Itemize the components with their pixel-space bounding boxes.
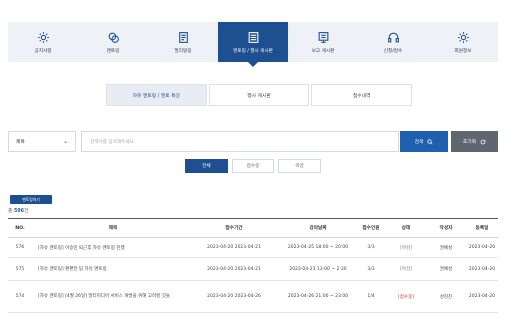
- cell-period: 2023-04-20 2023-04-26: [207, 294, 261, 299]
- tab-event-board[interactable]: 행사 게시판: [208, 84, 310, 106]
- table-row[interactable]: 576 [자유 멘토링] 이승민 퇴근후 자유 멘토링 진행 2023-04-2…: [8, 238, 498, 258]
- cell-reg-date: 2023-04-20: [468, 245, 496, 250]
- header-period: 접수기간: [225, 226, 243, 231]
- gear-icon: [457, 31, 469, 43]
- cell-title[interactable]: [자유 멘토링] 이승민 퇴근후 자유 멘토링 진행: [32, 245, 188, 251]
- cell-author: 권예성: [439, 245, 453, 251]
- search-field-value: 제목: [16, 140, 25, 145]
- chat-icon: [108, 32, 119, 43]
- tab-application-history[interactable]: 접수내역: [311, 84, 413, 106]
- gear-icon: [37, 31, 49, 43]
- cell-period: 2023-04-20 2023-04-21: [207, 266, 261, 272]
- cell-count: 1/4: [367, 294, 375, 299]
- header-author: 작성자: [439, 226, 453, 231]
- cell-date: 2023-04-26 21:00 ~ 23:00: [287, 294, 349, 299]
- filter-all[interactable]: 전체: [185, 159, 228, 173]
- open-mentoring-button[interactable]: 멘토링하기: [10, 195, 52, 204]
- total-number: 596: [13, 209, 24, 214]
- nav-item-member-info[interactable]: 회원정보: [428, 22, 498, 62]
- total-suffix: 건: [23, 209, 29, 214]
- nav-item-label: 필리밍링: [174, 48, 192, 54]
- chevron-down-icon: ⌄: [62, 138, 68, 145]
- cell-reg-date: 2023-04-20: [468, 266, 496, 272]
- search-bar: 제목 ⌄ 검색어를 입력해주세요. 검색 초기화: [8, 131, 498, 152]
- nav-item-label: 회원정보: [454, 48, 472, 54]
- search-button[interactable]: 검색: [400, 131, 448, 152]
- document-icon: [178, 31, 188, 43]
- nav-item-notice[interactable]: 공지사항: [8, 22, 78, 62]
- cell-period: 2023-04-20 2023-04-21: [207, 245, 261, 250]
- cell-status: [마감]: [400, 245, 412, 251]
- cell-no: 576: [15, 245, 25, 250]
- header-no: NO.: [15, 225, 25, 231]
- category-nav: 공지사항 멘토링 필리밍링 멘토링 / 행사 게시판 보고 게시판 신청/접수 …: [8, 22, 498, 67]
- search-field-select[interactable]: 제목 ⌄: [8, 131, 76, 152]
- cell-count: 3/3: [367, 245, 375, 250]
- nav-item-label: 멘토링 / 행사 게시판: [233, 48, 273, 54]
- cell-reg-date: 2023-04-20: [468, 294, 496, 299]
- reset-button[interactable]: 초기화: [451, 131, 498, 152]
- cell-count: 3/3: [367, 266, 375, 272]
- cell-status: [접수중]: [398, 294, 414, 300]
- status-filter: 전체 접수중 마감: [185, 159, 322, 173]
- nav-item-report-board[interactable]: 보고 게시판: [288, 22, 358, 62]
- header-status: 상태: [401, 226, 411, 231]
- refresh-icon: [480, 139, 486, 144]
- nav-item-label: 보고 게시판: [311, 48, 335, 54]
- search-input[interactable]: 검색어를 입력해주세요.: [81, 131, 399, 152]
- nav-item-label: 멘토링: [106, 48, 120, 54]
- total-prefix: 총: [8, 209, 13, 214]
- cell-no: 575: [15, 266, 25, 272]
- sub-tabs: 자유 멘토링 / 멘토 특강 행사 게시판 접수내역: [106, 84, 413, 106]
- nav-item-mentoring-board[interactable]: 멘토링 / 행사 게시판: [218, 22, 288, 67]
- table-row[interactable]: 574 [자유 멘토링] [4월 26일] 멀티미디어 서비스 개발을 위해 고…: [8, 281, 498, 313]
- total-count: 총 596건: [8, 207, 28, 214]
- nav-item-mentoring[interactable]: 멘토링: [78, 22, 148, 62]
- nav-item-label: 신청/접수: [383, 48, 403, 54]
- search-button-label: 검색: [414, 140, 424, 145]
- header-title: 제목: [108, 226, 118, 231]
- board-icon: [248, 31, 258, 43]
- cell-title[interactable]: [자유 멘토링] [4월 26일] 멀티미디어 서비스 개발을 위해 고려할 것…: [32, 293, 188, 300]
- cell-title[interactable]: [자유 멘토링] 편편한 팀 자유 멘토링: [32, 266, 188, 272]
- nav-item-application[interactable]: 신청/접수: [358, 22, 428, 62]
- cell-author: 권예성: [439, 267, 453, 272]
- cell-author: 성현진: [439, 294, 453, 300]
- nav-item-filming[interactable]: 필리밍링: [148, 22, 218, 62]
- cell-date: 2023-04-25 18:00 ~ 20:00: [287, 245, 349, 250]
- header-reg-date: 등록일: [475, 226, 489, 231]
- search-icon: [427, 138, 433, 145]
- report-icon: [318, 31, 328, 43]
- nav-item-label: 공지사항: [34, 48, 52, 54]
- tab-free-mentoring[interactable]: 자유 멘토링 / 멘토 특강: [106, 84, 207, 106]
- filter-closed[interactable]: 마감: [278, 159, 322, 173]
- table-header: NO. 제목 접수기간 강의날짜 접수인원 상태 작성자 등록일: [8, 218, 498, 238]
- reset-button-label: 초기화: [462, 140, 477, 145]
- cell-status: [마감]: [400, 267, 412, 272]
- header-count: 접수인원: [362, 226, 380, 231]
- header-date: 강의날짜: [309, 226, 327, 231]
- headset-icon: [387, 32, 399, 42]
- cell-no: 574: [15, 294, 25, 299]
- mentoring-table: NO. 제목 접수기간 강의날짜 접수인원 상태 작성자 등록일 576 [자유…: [8, 218, 498, 313]
- table-row[interactable]: 575 [자유 멘토링] 편편한 팀 자유 멘토링 2023-04-20 202…: [8, 258, 498, 281]
- cell-date: 2023-04-23 13:00 ~ 2:30: [289, 266, 347, 272]
- filter-open[interactable]: 접수중: [231, 159, 275, 173]
